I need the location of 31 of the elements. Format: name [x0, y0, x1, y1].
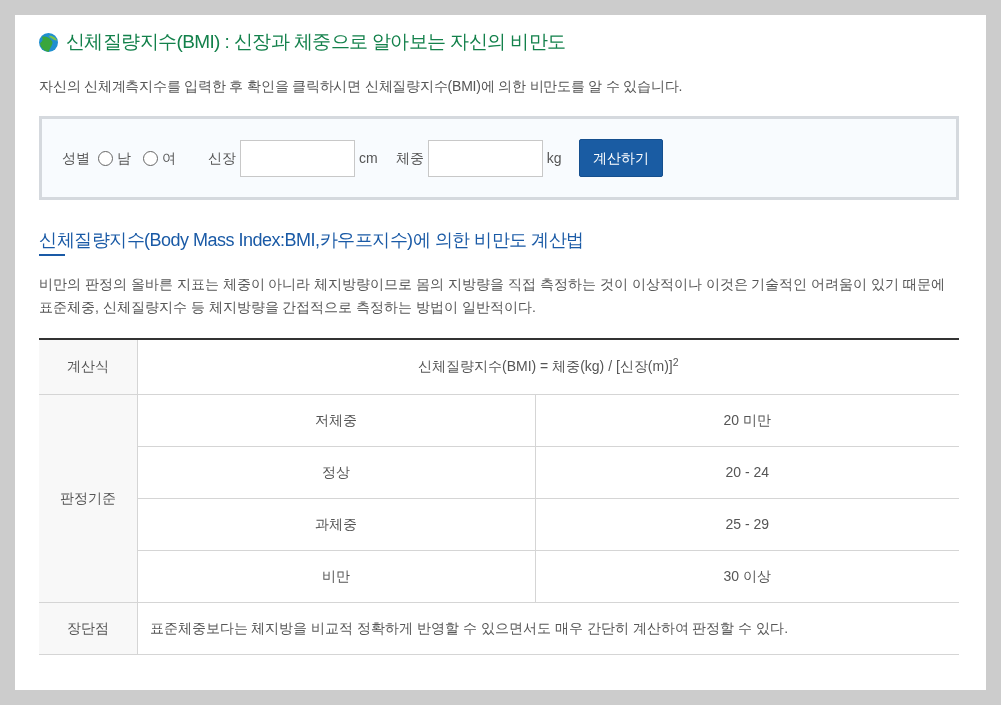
formula-cell: 신체질량지수(BMI) = 체중(kg) / [신장(m)]$^{2}$: [137, 339, 959, 394]
table-cell: 정상: [137, 446, 535, 498]
field-label: 체중: [395, 148, 424, 168]
section-heading: 신체질량지수(Body Mass Index:BMI,카우프지수)에 의한 비만도 계산법: [39, 229, 585, 252]
row-header: 판정기준: [39, 394, 137, 602]
radio-label: 남: [117, 148, 131, 168]
intro-text: 자신의 신체계측지수를 입력한 후 확인을 클릭하시면 신체질량지수(BMI)에 의한 비만도를 알 수 있습니다.: [39, 77, 684, 96]
row-header: 계산식: [39, 339, 137, 394]
table-cell: 표준체중보다는 체지방을 비교적 정확하게 반영할 수 있으면서도 매우 간단히 계산하여 판정할 수 있다.: [137, 602, 959, 654]
globe-icon: [39, 32, 58, 52]
input-field[interactable]: [240, 139, 355, 177]
description-text: 비만의 판정의 올바른 지표는 체중이 아니라 체지방량이므로 몸의 지방량을 직접 측정하는 것이 이상적이나 이것은 기술적인 어려움이 있기 때문에 표준체중, 신체질량지수 등 체지방량을 간접적으로 측정하는 방법이 일반적이다.: [39, 275, 947, 317]
page-title: 신체질량지수(BMI) : 신장과 체중으로 알아보는 자신의 비만도: [66, 30, 566, 54]
table-cell: 비만: [137, 550, 535, 602]
gender-label: 성별: [62, 148, 90, 168]
unit-label: cm: [359, 148, 378, 168]
input-field[interactable]: [427, 139, 543, 177]
radio-button[interactable]: [143, 150, 158, 166]
heading-underline: [39, 254, 65, 256]
field-label: 신장: [208, 148, 236, 168]
table-cell: 과체중: [137, 498, 535, 550]
table-cell: 저체중: [137, 394, 535, 446]
table-cell: 30 이상: [535, 550, 959, 602]
table-cell: 20 - 24: [535, 446, 959, 498]
radio-button[interactable]: [98, 150, 113, 166]
unit-label: kg: [546, 148, 562, 168]
table-cell: 25 - 29: [535, 498, 959, 550]
radio-label: 여: [162, 148, 176, 168]
table-cell: 20 미만: [535, 394, 959, 446]
row-header: 장단점: [39, 602, 137, 654]
calculate-button[interactable]: 계산하기: [579, 139, 664, 177]
